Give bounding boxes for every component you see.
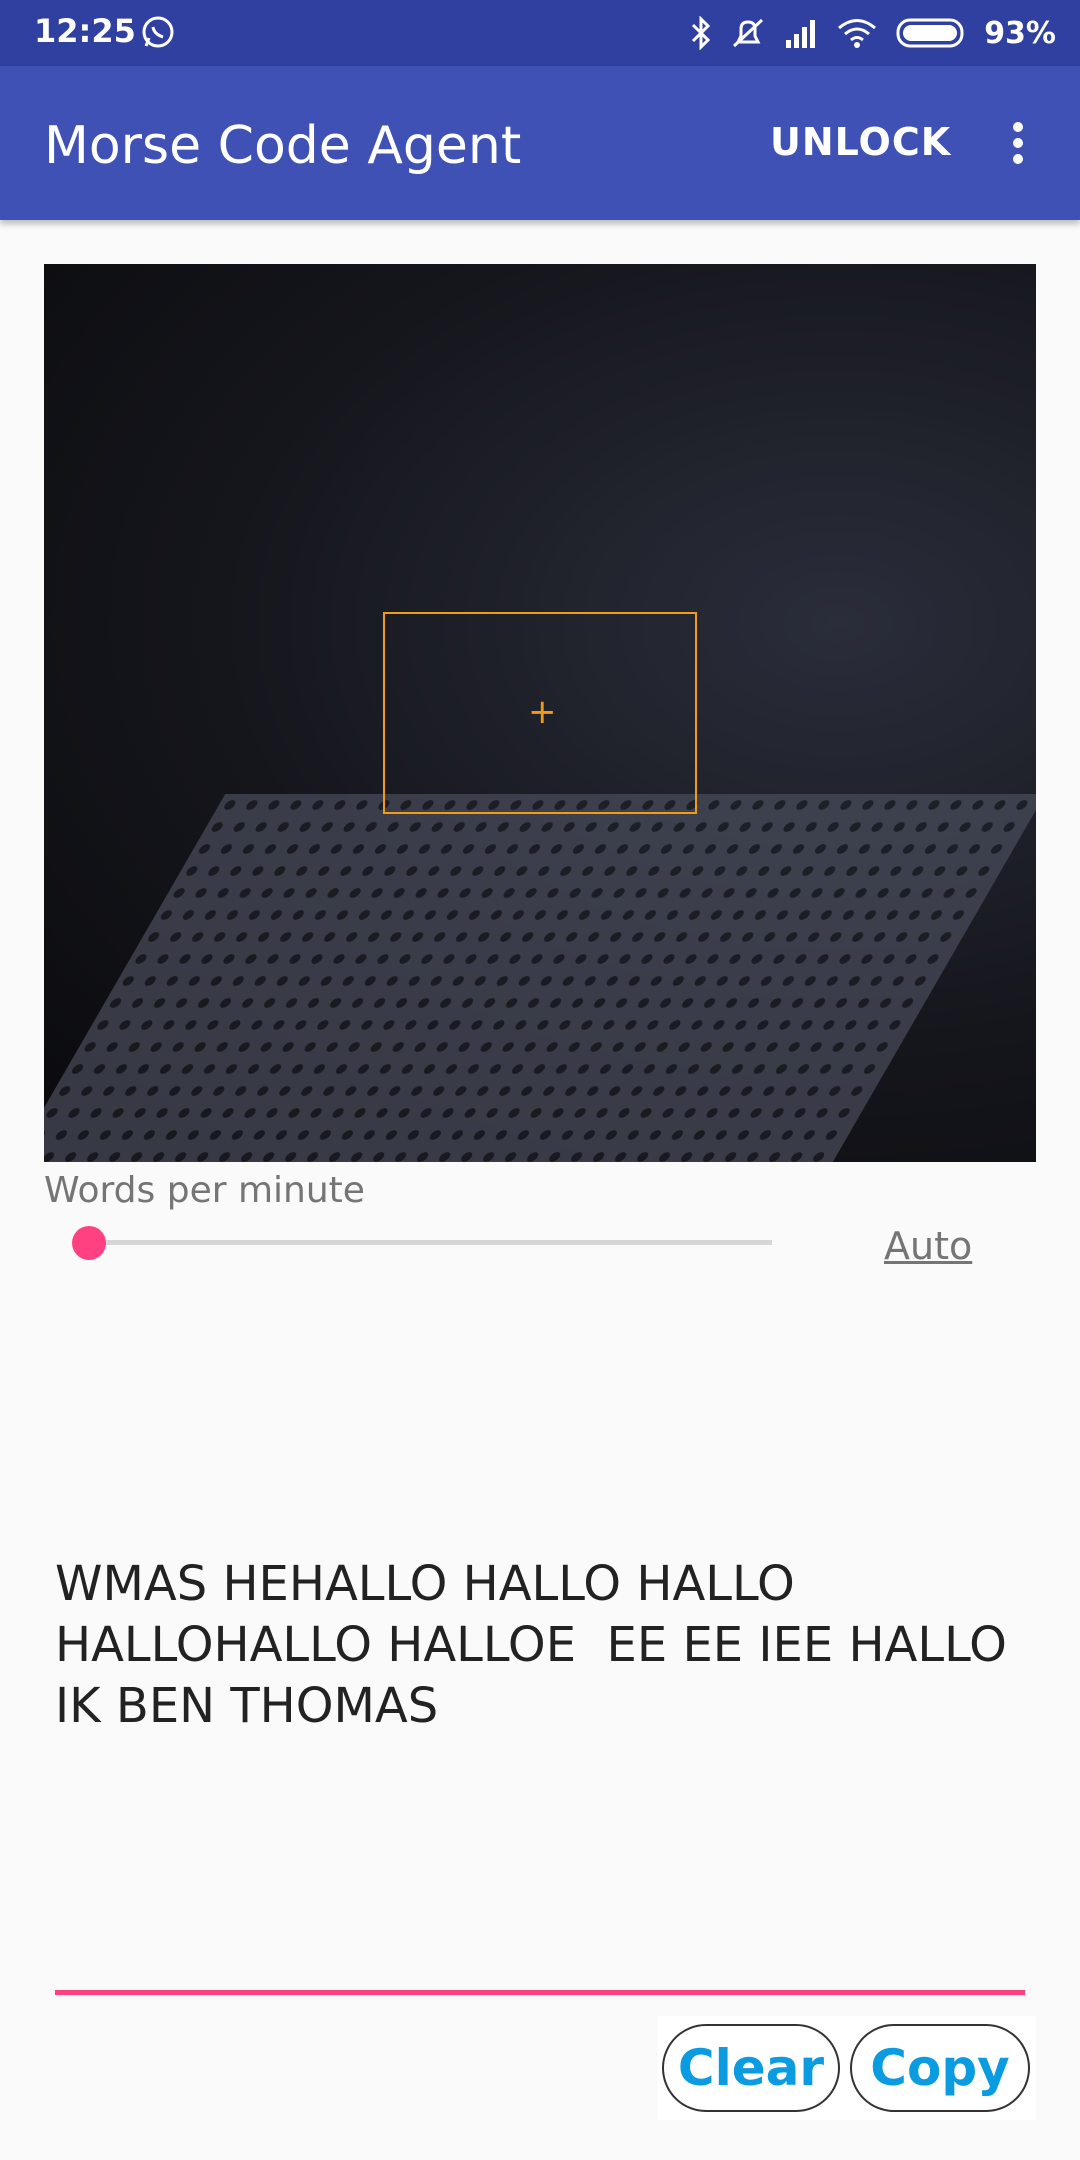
- status-time: 12:25: [34, 12, 136, 50]
- battery-icon: [896, 18, 964, 48]
- wpm-label: Words per minute: [44, 1170, 365, 1211]
- bluetooth-icon: [692, 16, 711, 50]
- app-bar: Morse Code Agent UNLOCK: [0, 66, 1080, 220]
- wpm-slider-thumb[interactable]: [72, 1226, 106, 1260]
- mute-bell-icon: [733, 18, 764, 48]
- overflow-menu-icon[interactable]: [1000, 116, 1036, 176]
- auto-link[interactable]: Auto: [884, 1224, 972, 1268]
- copy-button[interactable]: Copy: [850, 2024, 1030, 2112]
- signal-icon: [786, 20, 816, 48]
- clear-button[interactable]: Clear: [662, 2024, 840, 2112]
- camera-preview[interactable]: +: [44, 264, 1036, 1162]
- battery-percentage: 93%: [984, 15, 1056, 51]
- unlock-button[interactable]: UNLOCK: [770, 120, 951, 164]
- status-bar: 12:25 93%: [0, 0, 1080, 66]
- output-underline: [55, 1990, 1025, 1995]
- breadboard-image: [44, 794, 1036, 1162]
- app-title: Morse Code Agent: [44, 116, 522, 176]
- focus-crosshair: +: [528, 692, 557, 732]
- wifi-icon: [838, 19, 877, 48]
- decoded-text-output[interactable]: WMAS HEHALLO HALLO HALLO HALLOHALLO HALL…: [55, 1554, 1045, 1737]
- status-icons: 93%: [690, 10, 1056, 56]
- wpm-slider-track[interactable]: [74, 1240, 772, 1245]
- whatsapp-icon: [142, 16, 174, 48]
- action-buttons: Clear Copy: [658, 2016, 1036, 2120]
